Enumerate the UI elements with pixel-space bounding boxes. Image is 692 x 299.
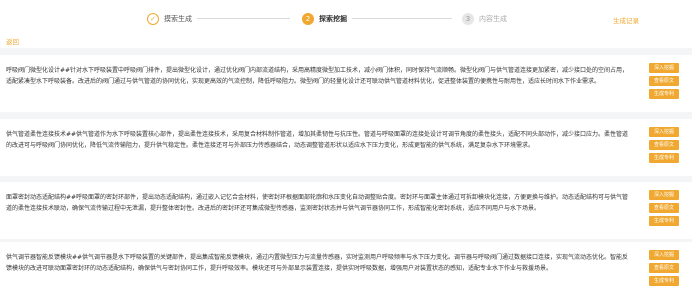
- view-original-button[interactable]: 查看原文: [649, 76, 679, 86]
- generate-patent-button[interactable]: 生成专利: [649, 216, 679, 226]
- history-link[interactable]: 生成记录: [613, 15, 639, 25]
- view-original-button[interactable]: 查看原文: [649, 140, 679, 150]
- card-actions: 深入挖掘 查看原文 生成专利: [649, 127, 679, 166]
- generate-patent-button[interactable]: 生成专利: [649, 153, 679, 163]
- header-bar: ✓ 摸索生成 2 探索挖掘 3 内容生成 生成记录 返回: [0, 0, 692, 48]
- step-2[interactable]: 2 探索挖掘: [302, 12, 347, 26]
- step-3-number: 3: [462, 13, 474, 25]
- dig-deeper-button[interactable]: 深入挖掘: [649, 63, 679, 73]
- step-2-label: 探索挖掘: [319, 15, 347, 23]
- progress-steps: ✓ 摸索生成 2 探索挖掘 3 内容生成: [0, 0, 692, 38]
- card-actions: 深入挖掘 查看原文 生成专利: [649, 190, 679, 229]
- result-card: 面罩密封动态适配结构##呼吸面罩的密封环部件，提出动态适配结构，通过嵌入记忆合金…: [0, 182, 692, 239]
- step-3[interactable]: 3 内容生成: [462, 12, 507, 26]
- generate-patent-button[interactable]: 生成专利: [649, 276, 679, 286]
- dig-deeper-button[interactable]: 深入挖掘: [649, 127, 679, 137]
- step-divider: [197, 18, 290, 19]
- dig-deeper-button[interactable]: 深入挖掘: [649, 190, 679, 200]
- card-text: 供气调节器智能反馈模块##供气调节器是水下呼吸装置的关键部件，提出集成智能反馈模…: [6, 254, 629, 272]
- card-text: 面罩密封动态适配结构##呼吸面罩的密封环部件，提出动态适配结构，通过嵌入记忆合金…: [6, 194, 629, 212]
- step-1-label: 摸索生成: [164, 15, 192, 23]
- view-original-button[interactable]: 查看原文: [649, 203, 679, 213]
- card-text: 呼吸阀门微型化设计##针对水下呼吸装置中呼吸阀门排件，提出微型化设计，通过优化阀…: [6, 67, 629, 85]
- card-text: 供气管道柔性连接技术##供气管道作为水下呼吸装置核心部件，提出柔性连接技术，采用…: [6, 131, 629, 149]
- card-actions: 深入挖掘 查看原文 生成专利: [649, 250, 679, 289]
- result-card: 供气调节器智能反馈模块##供气调节器是水下呼吸装置的关键部件，提出集成智能反馈模…: [0, 242, 692, 299]
- card-actions: 深入挖掘 查看原文 生成专利: [649, 63, 679, 102]
- step-divider: [352, 18, 452, 19]
- back-link[interactable]: 返回: [6, 36, 19, 46]
- dig-deeper-button[interactable]: 深入挖掘: [649, 250, 679, 260]
- result-card: 呼吸阀门微型化设计##针对水下呼吸装置中呼吸阀门排件，提出微型化设计，通过优化阀…: [0, 55, 692, 112]
- check-icon: ✓: [147, 13, 159, 25]
- step-3-label: 内容生成: [479, 15, 507, 23]
- step-2-number: 2: [302, 13, 314, 25]
- step-1[interactable]: ✓ 摸索生成: [147, 12, 192, 26]
- generate-patent-button[interactable]: 生成专利: [649, 89, 679, 99]
- view-original-button[interactable]: 查看原文: [649, 263, 679, 273]
- result-card: 供气管道柔性连接技术##供气管道作为水下呼吸装置核心部件，提出柔性连接技术，采用…: [0, 119, 692, 176]
